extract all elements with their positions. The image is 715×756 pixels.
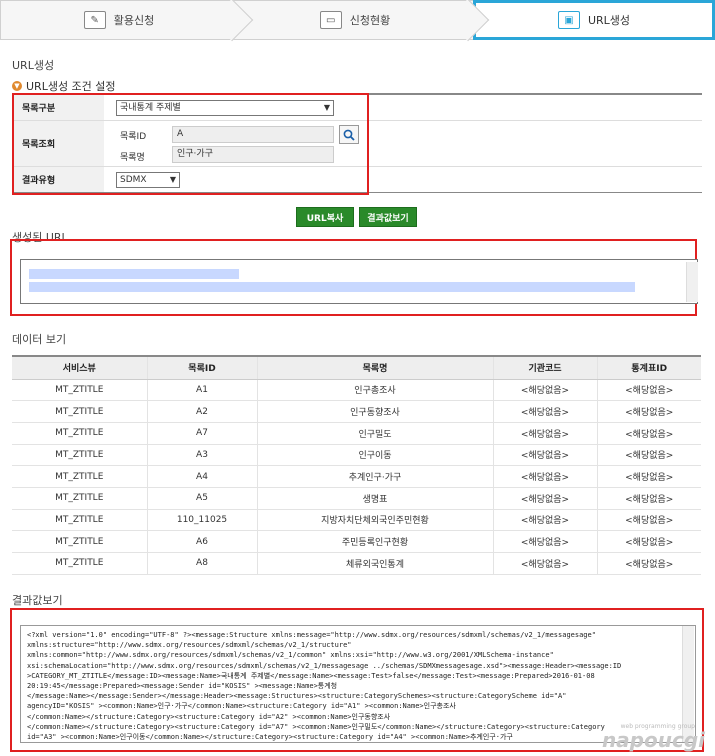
table-row[interactable]: MT_ZTITLE A7 인구밀도 <해당없음> <해당없음> <box>12 422 701 445</box>
col-service-view: 서비스뷰 <box>12 355 147 380</box>
result-title: 결과값보기 <box>12 594 63 607</box>
step-status[interactable]: ▭ 신청현황 <box>237 0 490 42</box>
col-table-name: 목록명 <box>256 355 493 380</box>
view-result-button[interactable]: 결과값보기 <box>359 207 417 227</box>
step-apply-label: 활용신청 <box>113 14 155 27</box>
data-view-title: 데이터 보기 <box>12 333 67 346</box>
data-table: 서비스뷰 목록ID 목록명 기관코드 통계표ID MT_ZTITLE A1 인구총조… <box>12 355 701 575</box>
table-header-row: 서비스뷰 목록ID 목록명 기관코드 통계표ID <box>12 355 701 380</box>
result-textarea[interactable]: <?xml version="1.0" encoding="UTF-8" ?><… <box>20 625 696 743</box>
watermark: napoucgi <box>601 728 705 752</box>
table-row[interactable]: MT_ZTITLE A3 인구이동 <해당없음> <해당없음> <box>12 444 701 467</box>
col-org-code: 기관코드 <box>492 355 597 380</box>
highlight-box <box>12 93 369 195</box>
step-url-create[interactable]: ▣ URL생성 <box>473 0 715 40</box>
col-stat-table-id: 통계표ID <box>596 355 701 380</box>
step-apply[interactable]: ✎ 활용신청 <box>0 0 254 42</box>
col-table-id: 목록ID <box>146 355 257 380</box>
copy-url-button[interactable]: URL복사 <box>296 207 354 227</box>
url-line <box>29 279 689 292</box>
edit-icon: ✎ <box>83 11 106 29</box>
table-row[interactable]: MT_ZTITLE A6 주민등록인구현황 <해당없음> <해당없음> <box>12 530 701 553</box>
condition-title: ▼ URL생성 조건 설정 <box>12 78 116 94</box>
condition-title-label: URL생성 조건 설정 <box>26 80 116 93</box>
chevron-down-icon[interactable]: ▼ <box>12 81 22 91</box>
table-row[interactable]: MT_ZTITLE A2 인구동향조사 <해당없음> <해당없음> <box>12 400 701 423</box>
scrollbar[interactable] <box>686 262 698 302</box>
table-row[interactable]: MT_ZTITLE A4 추계인구·가구 <해당없음> <해당없음> <box>12 465 701 488</box>
step-status-label: 신청현황 <box>349 14 391 27</box>
table-row[interactable]: MT_ZTITLE 110_11025 지방자치단체외국인주민현황 <해당없음> <해당… <box>12 509 701 532</box>
table-row[interactable]: MT_ZTITLE A5 생명표 <해당없음> <해당없음> <box>12 487 701 510</box>
computer-icon: ▣ <box>557 11 580 29</box>
url-line <box>29 266 689 279</box>
page-title: URL생성 <box>12 59 55 72</box>
step-navigation: ✎ 활용신청 ▭ 신청현황 ▣ URL생성 <box>0 0 715 42</box>
monitor-icon: ▭ <box>319 11 342 29</box>
step-url-create-label: URL생성 <box>587 14 631 27</box>
table-row[interactable]: MT_ZTITLE A1 인구총조사 <해당없음> <해당없음> <box>12 379 701 402</box>
generated-url-field[interactable] <box>20 259 698 304</box>
table-row[interactable]: MT_ZTITLE A8 체류외국인통계 <해당없음> <해당없음> <box>12 552 701 575</box>
